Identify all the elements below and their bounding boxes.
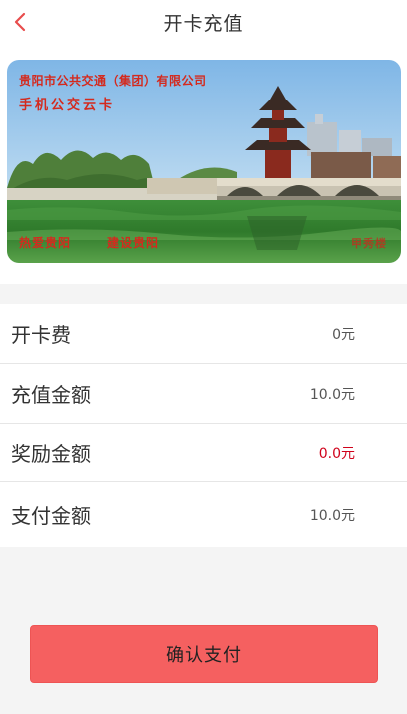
back-button[interactable]: [0, 0, 40, 44]
card-location-label: 甲秀楼: [351, 237, 387, 250]
card-slogan-right: 建设贵阳: [107, 236, 160, 250]
page-title: 开卡充值: [163, 12, 244, 35]
payment-details-list: 开卡费 0元 充值金额 10.0元 奖励金额 0.0元 支付金额 10.0元: [0, 304, 407, 547]
row-card-fee: 开卡费 0元: [0, 304, 407, 364]
confirm-payment-button[interactable]: 确认支付: [30, 625, 378, 683]
card-slogan-left: 热爱贵阳: [19, 236, 72, 250]
header-bar: 开卡充值: [0, 0, 407, 44]
row-label: 支付金额: [11, 504, 91, 528]
row-value: 10.0元: [309, 386, 355, 403]
card-section: 贵阳市公共交通（集团）有限公司 手机公交云卡 热爱贵阳 建设贵阳 甲秀楼: [0, 44, 407, 284]
row-label: 奖励金额: [11, 442, 91, 466]
card-company-name: 贵阳市公共交通（集团）有限公司: [19, 74, 207, 88]
card-scenery-illustration: [7, 60, 401, 263]
row-value: 0元: [332, 326, 355, 343]
row-label: 充值金额: [11, 383, 91, 407]
row-payment-amount: 支付金额 10.0元: [0, 482, 407, 547]
row-value: 0.0元: [318, 445, 355, 462]
app-root: 开卡充值 贵阳市公共交通（集团）有限公司 手机公交云卡 热爱贵阳 建设贵阳 甲秀…: [0, 0, 407, 714]
row-value: 10.0元: [309, 507, 355, 524]
row-recharge-amount: 充值金额 10.0元: [0, 364, 407, 424]
transit-card-image: 贵阳市公共交通（集团）有限公司 手机公交云卡 热爱贵阳 建设贵阳 甲秀楼: [7, 60, 401, 263]
row-reward-amount: 奖励金额 0.0元: [0, 424, 407, 482]
chevron-left-icon: [14, 12, 26, 32]
card-type-name: 手机公交云卡: [19, 98, 116, 113]
row-label: 开卡费: [11, 323, 71, 347]
